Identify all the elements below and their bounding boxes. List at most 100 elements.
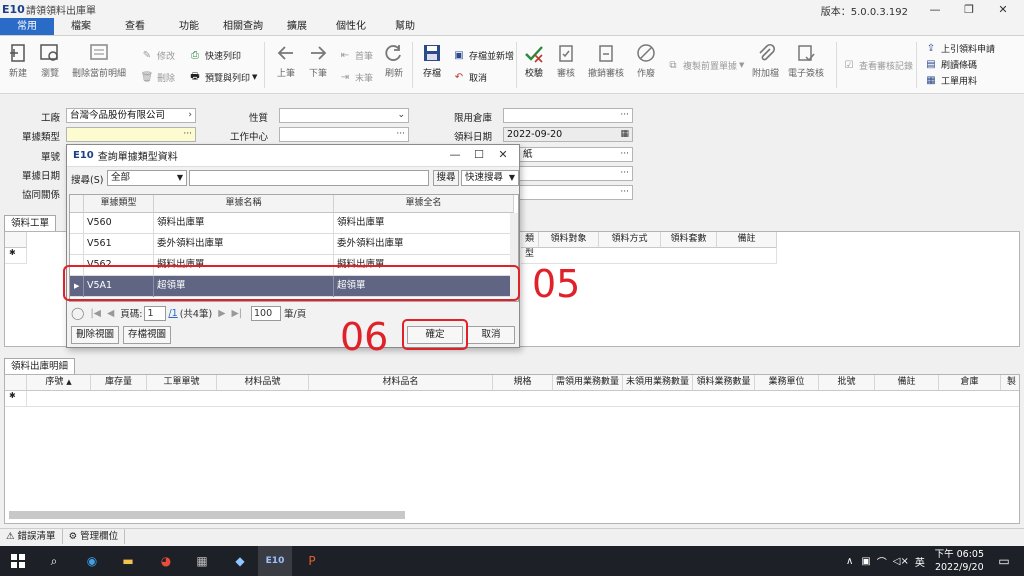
column-header-spec[interactable]: 規格 [493,375,553,391]
delete-detail-button[interactable]: 刪除當前明細 [72,42,126,79]
prev-page-button[interactable]: ◀ [107,308,114,319]
new-button[interactable]: 新建 [6,42,30,79]
page-size-input[interactable]: 100 [251,305,282,321]
validate-button[interactable]: 校驗 [522,42,546,79]
doctype-field[interactable]: ··· [66,127,196,142]
tab-common[interactable]: 常用 [0,18,54,35]
field-r3-picker-button[interactable]: ··· [610,148,632,161]
taskbar-clock[interactable]: 下午 06:05 2022/9/20 [935,548,984,574]
column-header-stock[interactable]: 庫存量 [91,375,147,391]
manage-fields-button[interactable]: ⚙ 管理欄位 [63,529,126,544]
table-row[interactable] [27,391,1019,407]
void-button[interactable]: 作廢 [634,42,658,79]
last-page-button[interactable]: ▶| [232,308,243,319]
windows-start-icon[interactable] [8,551,28,571]
preview-print-button[interactable]: 🖶 預覽與列印 ▼ [188,70,257,84]
column-header-seq[interactable]: 序號 ▲ [27,375,91,391]
issue-date-field[interactable]: 2022-09-20 ▦ [503,127,633,142]
tab-issue-details[interactable]: 領料出庫明細 [4,358,76,374]
field-r5-picker-button[interactable]: ··· [610,186,632,199]
tab-work-orders[interactable]: 領料工單 [4,215,57,231]
warehouse-field[interactable]: ··· [503,108,633,123]
save-button[interactable]: 存檔 [420,42,444,79]
notification-icon[interactable]: ▭ [994,551,1014,571]
minimize-button[interactable]: — [918,0,952,18]
notes-icon[interactable]: ◆ [230,551,250,571]
tab-view[interactable]: 查看 [108,18,162,35]
column-header-type[interactable]: 類型 [521,232,539,259]
e10-taskbar-icon[interactable]: E10 [265,551,285,571]
issue-detail-grid[interactable]: 序號 ▲ 庫存量 工單單號 材料品號 材料品名 規格 需領用業務數量 未領用業務… [4,374,1020,524]
column-header-target[interactable]: 領料對象 [539,232,599,248]
file-explorer-icon[interactable]: ▬ [118,551,138,571]
work-materials-button[interactable]: ▦ 工單用料 [924,73,977,87]
tab-extend[interactable]: 擴展 [270,18,324,35]
chrome-icon[interactable]: ◕ [156,551,176,571]
import-request-button[interactable]: ⇪ 上引領料申請 [924,41,995,55]
attachment-button[interactable]: 附加檔 [752,42,779,79]
nature-select[interactable]: ⌄ [279,108,409,123]
column-header-lot[interactable]: 批號 [819,375,875,391]
search-icon[interactable]: ⌕ [44,551,64,571]
delete-button[interactable]: 🗑 刪除 [140,70,175,84]
workcenter-field[interactable]: ··· [279,127,409,142]
column-header-wo-no[interactable]: 工單單號 [147,375,217,391]
refresh-button[interactable]: 刷新 [382,42,406,79]
next-page-button[interactable]: ▶ [218,308,225,319]
tray-chevron-icon[interactable]: ∧ [846,556,853,567]
quick-print-button[interactable]: ⎙ 快速列印 [188,48,241,62]
modify-button[interactable]: ✎ 修改 [140,48,175,62]
page-input[interactable]: 1 [144,305,167,321]
column-header-req-qty[interactable]: 需領用業務數量 [553,375,623,391]
search-input[interactable] [189,170,429,186]
horizontal-scrollbar[interactable] [9,511,405,519]
search-button[interactable]: 搜尋 [433,170,459,186]
dialog-close-button[interactable]: ✕ [491,148,515,161]
close-button[interactable]: ✕ [986,0,1020,18]
column-header-fullname[interactable]: 單據全名 [334,195,514,213]
field-r3-right[interactable]: 紙 ··· [503,147,633,162]
unapprove-button[interactable]: 撤銷審核 [588,42,624,79]
browse-button[interactable]: 瀏覽 [38,42,62,79]
factory-field[interactable]: 台灣今品股份有限公司 › [66,108,196,123]
powerpoint-icon[interactable]: P [302,551,322,571]
column-header-item-no[interactable]: 材料品號 [217,375,309,391]
maximize-button[interactable]: ❐ [952,0,986,18]
first-page-button[interactable]: |◀ [90,308,101,319]
column-header-warehouse[interactable]: 倉庫 [939,375,1001,391]
cancel-edit-button[interactable]: ↶ 取消 [452,70,487,84]
refresh-barcode-button[interactable]: ▤ 刷讀條碼 [924,57,977,71]
tab-help[interactable]: 幫助 [378,18,432,35]
dialog-minimize-button[interactable]: — [443,148,467,161]
tray-app-icon[interactable]: ▣ [861,556,870,567]
copy-prev-doc-button[interactable]: ⧉ 複製前置單據 ▼ [666,58,744,72]
prev-record-button[interactable]: 上筆 [274,42,298,79]
volume-icon[interactable]: ◁× [893,556,909,567]
tab-function[interactable]: 功能 [162,18,216,35]
dialog-maximize-button[interactable]: ☐ [467,148,491,161]
dialog-cancel-button[interactable]: 取消 [467,326,515,344]
view-audit-button[interactable]: ☑ 查看審核記錄 [842,58,914,72]
esign-button[interactable]: 電子簽核 [788,42,824,79]
column-header-docname[interactable]: 單據名稱 [154,195,334,213]
tab-personalize[interactable]: 個性化 [324,18,378,35]
column-header-unit[interactable]: 業務單位 [755,375,819,391]
factory-picker-button[interactable]: › [173,109,195,122]
column-header-more[interactable]: 製 [1001,375,1019,391]
save-view-button[interactable]: 存檔視圖 [123,326,171,344]
workcenter-picker-button[interactable]: ··· [386,128,408,141]
tab-file[interactable]: 檔案 [54,18,108,35]
field-r4-right[interactable]: ··· [503,166,633,181]
column-header-remark[interactable]: 備註 [717,232,777,248]
next-record-button[interactable]: 下筆 [306,42,330,79]
table-row[interactable]: V561 委外領料出庫單 委外領料出庫單 [70,234,516,255]
tab-related-query[interactable]: 相關查詢 [216,18,270,35]
calendar-icon[interactable]: ▦ [610,128,632,141]
warehouse-picker-button[interactable]: ··· [610,109,632,122]
calculator-icon[interactable]: ▦ [192,551,212,571]
column-header-method[interactable]: 領料方式 [599,232,661,248]
table-row[interactable]: V560 領料出庫單 領料出庫單 [70,213,516,234]
field-r4-picker-button[interactable]: ··· [610,167,632,180]
network-icon[interactable]: ⌒ [877,554,887,569]
last-record-button[interactable]: ⇥ 末筆 [338,70,373,84]
